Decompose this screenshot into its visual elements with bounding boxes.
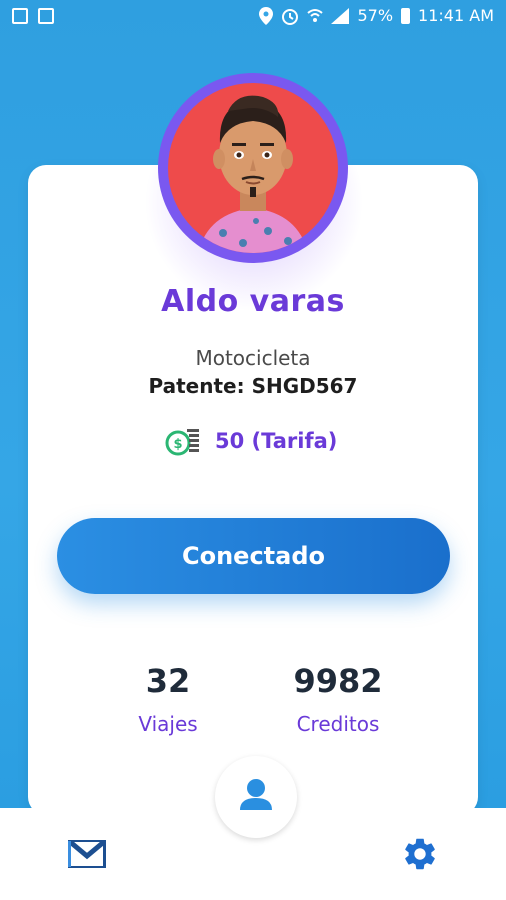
profile-nav-button[interactable] (215, 756, 297, 838)
gear-icon[interactable] (401, 835, 439, 873)
trips-count: 32 (145, 662, 191, 700)
credits-count: 9982 (293, 662, 383, 700)
gallery-notification-icon (12, 8, 28, 24)
license-plate: Patente: SHGD567 (148, 374, 358, 398)
svg-text:$: $ (173, 437, 182, 452)
clock: 11:41 AM (418, 6, 494, 25)
trips-label: Viajes (138, 712, 198, 736)
battery-percentage: 57% (357, 6, 394, 25)
fare-value: 50 (Tarifa) (215, 429, 338, 453)
alarm-icon (282, 9, 299, 25)
avatar[interactable] (168, 83, 338, 253)
status-bar: 57% 11:41 AM (0, 0, 506, 36)
signal-icon (331, 8, 350, 24)
location-icon (259, 7, 274, 25)
driver-name: Aldo varas (161, 284, 345, 319)
money-coins-icon: $ (165, 429, 199, 456)
fare-row: $ 50 (Tarifa) (165, 425, 337, 457)
credits-label: Creditos (296, 712, 380, 736)
battery-icon (401, 8, 411, 24)
avatar-illustration (198, 95, 308, 253)
vehicle-type: Motocicleta (195, 346, 311, 370)
wifi-icon (307, 9, 324, 22)
user-icon (240, 779, 272, 810)
mail-icon[interactable] (68, 840, 106, 868)
notification-icon (38, 8, 54, 24)
connection-status-button[interactable]: Conectado (57, 518, 450, 594)
